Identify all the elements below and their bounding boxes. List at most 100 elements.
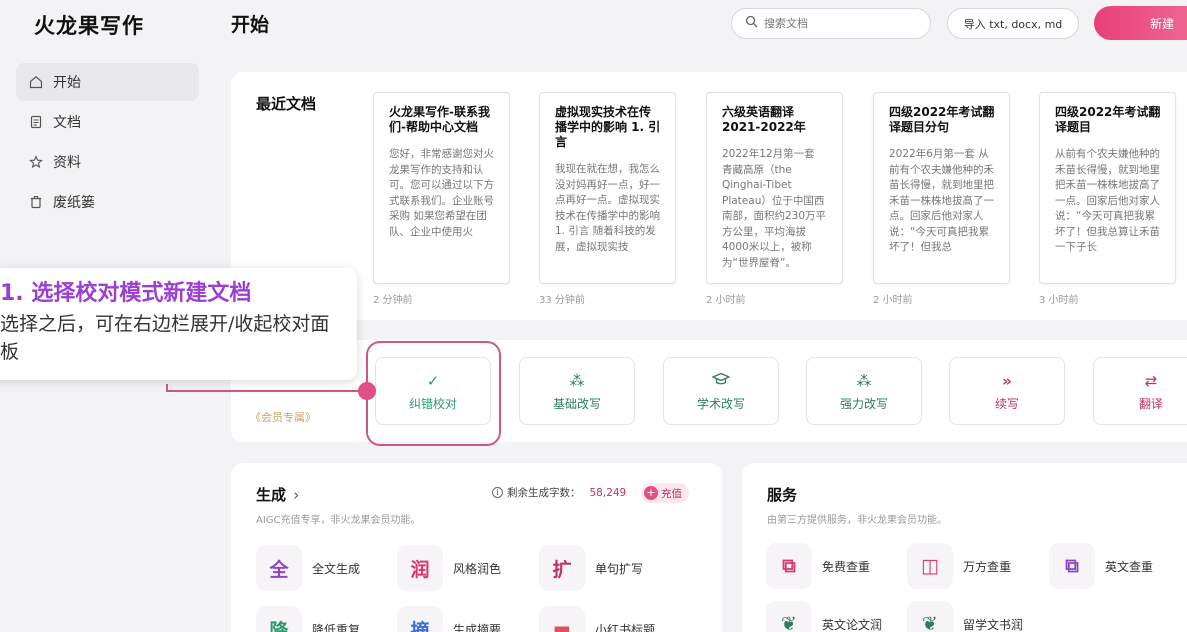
service-label: 英文查重: [1105, 559, 1154, 574]
document-time: 2 小时前: [706, 295, 746, 306]
remaining-words: i 剩余生成字数： 58,249: [492, 485, 626, 500]
sidebar-item-label: 开始: [53, 75, 81, 91]
document-preview: 我现在就在想，我怎么没对妈再好一点，好一点再好一点。虚拟现实技术在传播学中的影响…: [555, 163, 660, 253]
tutorial-connector: [166, 384, 366, 392]
feature-label: 风格润色: [453, 561, 502, 576]
generate-panel: 生成 › AIGC充值专享，非火龙果会员功能。 i 剩余生成字数： 58,249…: [231, 463, 722, 632]
import-button[interactable]: 导入 txt, docx, md: [947, 8, 1079, 39]
tutorial-dot: [358, 382, 376, 400]
new-document-button[interactable]: 新建: [1094, 6, 1187, 40]
document-title: 四级2022年考试翻译题目: [1055, 105, 1161, 134]
callout-title: 1. 选择校对模式新建文档: [0, 281, 252, 306]
feature-generate-summary[interactable]: 摘 生成摘要: [397, 606, 501, 632]
magic-wand-icon: ⁂: [569, 371, 585, 390]
feature-reduce-duplication[interactable]: 降 降低重复: [256, 606, 360, 632]
recent-documents-panel: 最近文档 火龙果写作-联系我们-帮助中心文档 您好，非常感谢您对火龙果写作的支持…: [231, 72, 1187, 320]
search-box[interactable]: [731, 8, 931, 39]
chevron-right-icon: ›: [293, 486, 300, 504]
sidebar-item-materials[interactable]: 资料: [16, 143, 199, 181]
service-wanfang-check[interactable]: ◫ 万方查重: [907, 543, 1011, 589]
leaf-icon: ❦: [907, 601, 953, 632]
document-card[interactable]: 四级2022年考试翻译题目分句 2022年6月第一套 从前有个农夫嫌他种的禾苗长…: [873, 92, 1010, 284]
page-title: 开始: [231, 14, 270, 36]
document-card[interactable]: 虚拟现实技术在传播学中的影响 1. 引言 我现在就在想，我怎么没对妈再好一点，好…: [539, 92, 676, 284]
service-label: 留学文书润: [963, 617, 1024, 632]
tutorial-highlight: [366, 341, 501, 446]
document-time: 2 小时前: [873, 295, 913, 306]
search-input[interactable]: [764, 17, 914, 30]
remaining-label: 剩余生成字数：: [507, 487, 581, 499]
mode-basic-rewrite-button[interactable]: ⁂ 基础改写: [519, 357, 635, 425]
mode-translate-button[interactable]: ⇄ 翻译: [1093, 357, 1187, 425]
service-english-check[interactable]: ⧉ 英文查重: [1049, 543, 1153, 589]
document-preview: 2022年12月第一套 青藏高原（the Qinghai-Tibet Plate…: [722, 148, 827, 269]
feature-glyph-icon: 扩: [539, 545, 585, 591]
swap-arrows-icon: ⇄: [1144, 371, 1158, 390]
feature-glyph-icon: 降: [256, 606, 302, 632]
feature-full-text-generate[interactable]: 全 全文生成: [256, 545, 360, 591]
feature-xiaohongshu-title[interactable]: ▬ 小红书标题: [539, 606, 655, 632]
mode-strong-rewrite-button[interactable]: ⁂ 强力改写: [806, 357, 922, 425]
member-only-tag: 《会员专属》: [250, 411, 316, 424]
mode-label: 学术改写: [696, 396, 745, 411]
feature-style-polish[interactable]: 润 风格润色: [397, 545, 501, 591]
generate-subtitle: AIGC充值专享，非火龙果会员功能。: [256, 515, 421, 526]
document-card[interactable]: 火龙果写作-联系我们-帮助中心文档 您好，非常感谢您对火龙果写作的支持和认可。您…: [373, 92, 510, 284]
document-title: 六级英语翻译2021-2022年: [722, 105, 806, 134]
sidebar-item-trash[interactable]: 废纸篓: [16, 183, 199, 221]
feature-glyph-icon: 摘: [397, 606, 443, 632]
search-icon: [745, 15, 758, 32]
recharge-button[interactable]: + 充值: [641, 483, 689, 503]
callout-body: 选择之后，可在右边栏展开/收起校对面板: [0, 313, 330, 363]
sidebar-item-label: 资料: [53, 155, 81, 171]
service-english-paper-polish[interactable]: ❦ 英文论文润: [766, 601, 882, 632]
star-icon: [28, 155, 44, 169]
service-label: 英文论文润: [822, 617, 883, 632]
services-subtitle: 由第三方提供服务，非火龙果会员功能。: [767, 515, 947, 526]
trash-icon: [28, 195, 44, 209]
app-logo: 火龙果写作: [34, 14, 144, 38]
services-panel: 服务 由第三方提供服务，非火龙果会员功能。 ⧉ 免费查重 ◫ 万方查重 ⧉ 英文…: [742, 463, 1187, 632]
document-card[interactable]: 四级2022年考试翻译题目 从前有个农夫嫌他种的禾苗长得慢，就到地里把禾苗一株株…: [1039, 92, 1176, 284]
leaf-icon: ❦: [766, 601, 812, 632]
generate-title[interactable]: 生成 ›: [256, 484, 299, 505]
mode-label: 基础改写: [552, 396, 601, 411]
service-label: 免费查重: [822, 559, 871, 574]
mode-continue-button[interactable]: » 续写: [949, 357, 1065, 425]
feature-glyph-icon: ▬: [539, 606, 585, 632]
tutorial-callout: 1. 选择校对模式新建文档 选择之后，可在右边栏展开/收起校对面板: [0, 268, 357, 380]
sidebar-item-documents[interactable]: 文档: [16, 103, 199, 141]
plus-icon: +: [644, 486, 658, 500]
info-icon: i: [492, 487, 503, 498]
service-study-abroad-polish[interactable]: ❦ 留学文书润: [907, 601, 1023, 632]
mode-academic-rewrite-button[interactable]: 学术改写: [663, 357, 779, 425]
home-icon: [28, 75, 44, 89]
document-time: 3 小时前: [1039, 295, 1079, 306]
document-icon: [28, 115, 44, 129]
document-card[interactable]: 六级英语翻译2021-2022年 2022年12月第一套 青藏高原（the Qi…: [706, 92, 843, 284]
services-title: 服务: [767, 486, 798, 504]
feature-label: 全文生成: [312, 561, 361, 576]
feature-sentence-expand[interactable]: 扩 单句扩写: [539, 545, 643, 591]
sparkle-wand-icon: ⁂: [856, 371, 872, 390]
feature-glyph-icon: 润: [397, 545, 443, 591]
feature-glyph-icon: 全: [256, 545, 302, 591]
graduation-cap-icon: [711, 371, 731, 391]
mode-label: 强力改写: [839, 396, 888, 411]
service-free-plagiarism-check[interactable]: ⧉ 免费查重: [766, 543, 870, 589]
mode-label: 翻译: [1138, 396, 1163, 411]
document-preview: 从前有个农夫嫌他种的禾苗长得慢，就到地里把禾苗一株株地拔高了一点。回家后他对家人…: [1055, 148, 1160, 253]
document-title: 火龙果写作-联系我们-帮助中心文档: [389, 105, 490, 134]
document-time: 2 分钟前: [373, 295, 413, 306]
recent-documents-title: 最近文档: [256, 95, 317, 113]
sidebar-item-start[interactable]: 开始: [16, 63, 199, 101]
feature-label: 降低重复: [312, 622, 361, 632]
document-preview: 2022年6月第一套 从前有个农夫嫌他种的禾苗长得慢，就到地里把禾苗一株株地拔高…: [889, 148, 994, 253]
mode-label: 续写: [994, 396, 1019, 411]
document-title: 虚拟现实技术在传播学中的影响 1. 引言: [555, 105, 661, 149]
feature-label: 单句扩写: [595, 561, 644, 576]
remaining-value: 58,249: [589, 486, 627, 499]
sidebar-item-label: 废纸篓: [53, 195, 95, 211]
document-time: 33 分钟前: [539, 295, 585, 306]
double-chevron-icon: »: [1002, 371, 1012, 390]
